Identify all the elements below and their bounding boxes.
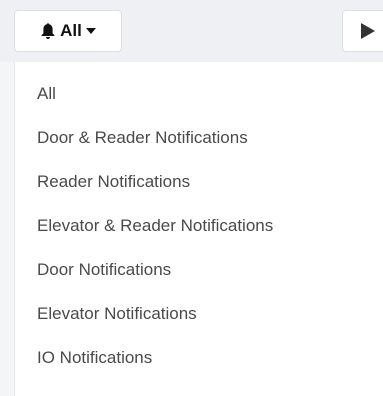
filter-selected-label: All <box>60 21 82 40</box>
notification-filter-button[interactable]: All <box>14 10 122 52</box>
bell-icon <box>41 23 55 39</box>
menu-item-reader-notifications[interactable]: Reader Notifications <box>15 170 383 214</box>
menu-item-all[interactable]: All <box>15 82 383 126</box>
caret-down-icon <box>85 28 96 34</box>
play-icon <box>361 23 375 39</box>
menu-item-door-reader-notifications[interactable]: Door & Reader Notifications <box>15 126 383 170</box>
play-button[interactable] <box>342 10 383 52</box>
menu-item-elevator-notifications[interactable]: Elevator Notifications <box>15 302 383 346</box>
notification-filter-menu: All Door & Reader Notifications Reader N… <box>14 62 383 396</box>
menu-item-elevator-reader-notifications[interactable]: Elevator & Reader Notifications <box>15 214 383 258</box>
menu-item-io-notifications[interactable]: IO Notifications <box>15 346 383 390</box>
menu-item-door-notifications[interactable]: Door Notifications <box>15 258 383 302</box>
